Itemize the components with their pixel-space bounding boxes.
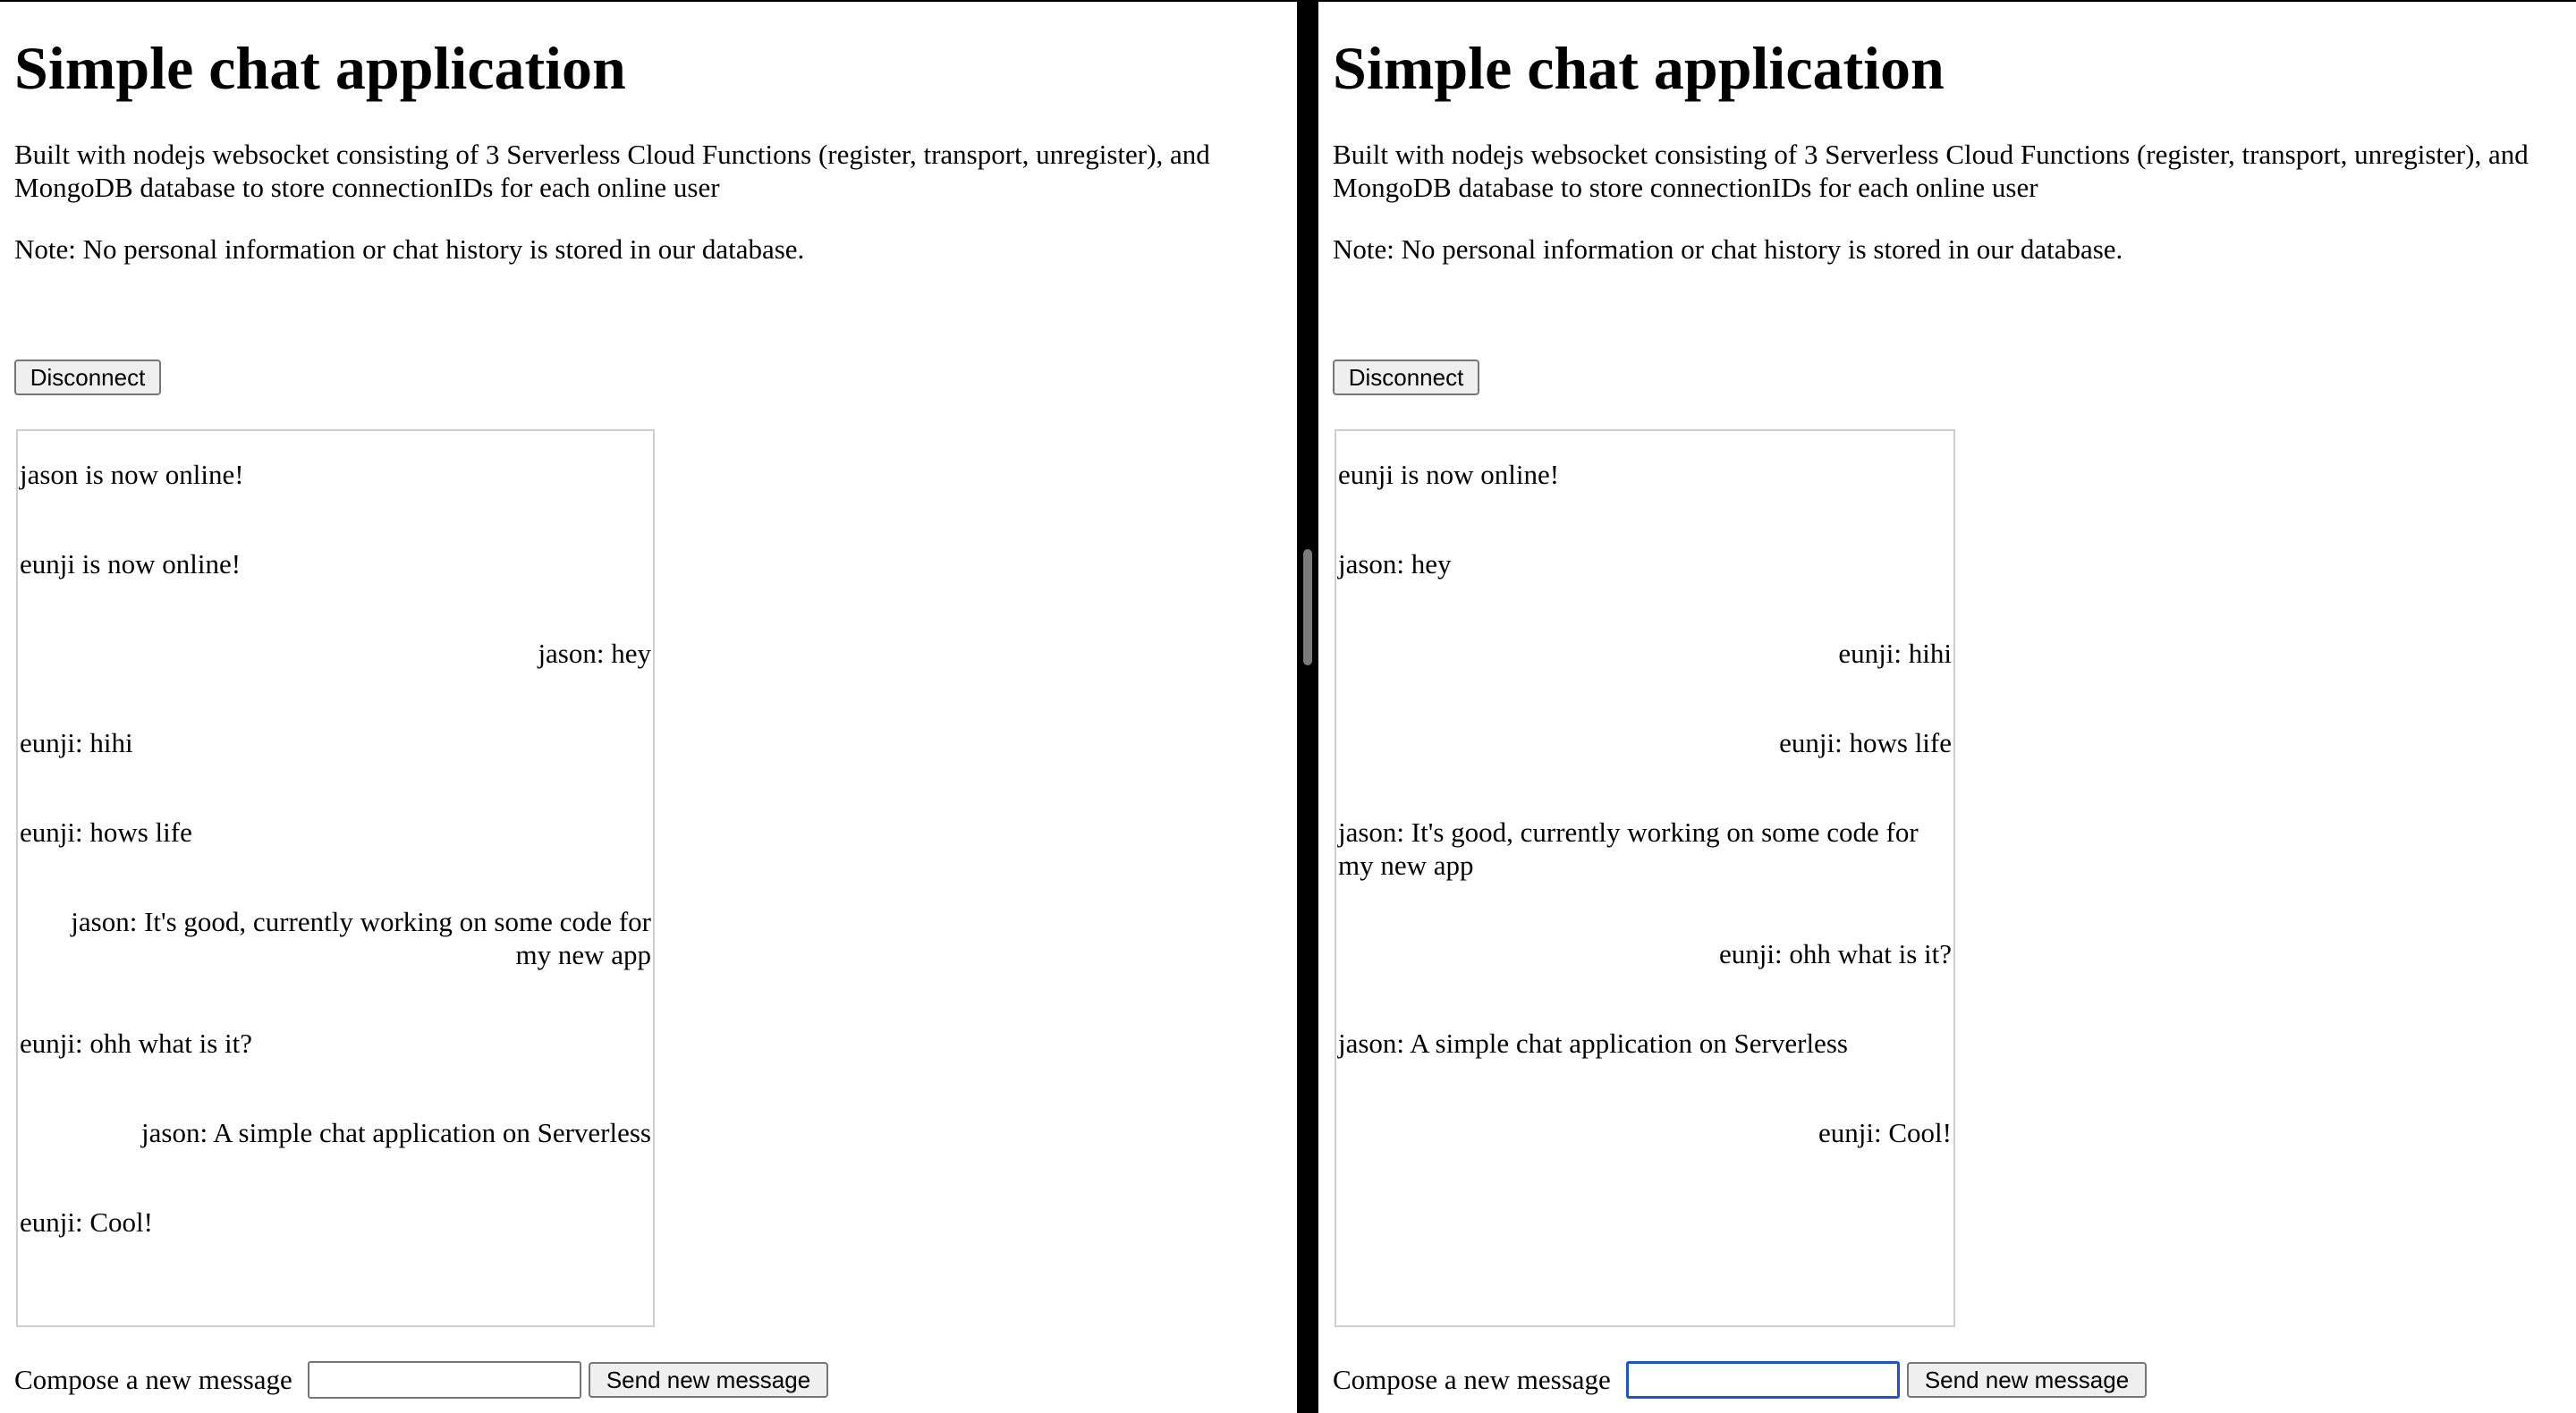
compose-label: Compose a new message [14, 1364, 292, 1395]
page-title: Simple chat application [1333, 34, 1945, 102]
pane-divider[interactable] [1297, 0, 1318, 1413]
chat-message: jason is now online! [20, 459, 244, 490]
chat-window-left: Simple chat application Built with nodej… [0, 2, 1297, 1413]
send-message-button[interactable]: Send new message [589, 1362, 828, 1398]
chat-message: eunji is now online! [20, 548, 242, 580]
chat-message: jason: A simple chat application on Serv… [141, 1117, 651, 1148]
chat-message: jason: It's good, currently working on s… [1338, 816, 1919, 881]
page-title: Simple chat application [14, 34, 626, 102]
disconnect-button[interactable]: Disconnect [14, 360, 161, 395]
disconnect-button[interactable]: Disconnect [1333, 360, 1479, 395]
chat-message: eunji: hihi [1838, 638, 1952, 669]
chat-message: eunji: hows life [20, 816, 192, 848]
chat-message: jason: hey [538, 638, 651, 669]
page-description: Built with nodejs websocket consisting o… [1333, 139, 2529, 203]
message-input[interactable] [1626, 1361, 1900, 1399]
chat-message: eunji is now online! [1338, 459, 1560, 490]
chat-message: jason: hey [1338, 548, 1452, 580]
chat-message: eunji: ohh what is it? [20, 1028, 253, 1059]
privacy-note: Note: No personal information or chat hi… [14, 233, 805, 265]
privacy-note: Note: No personal information or chat hi… [1333, 233, 2123, 265]
chat-message: eunji: hows life [1779, 727, 1952, 758]
chat-message: eunji: hihi [20, 727, 133, 758]
chat-window-right: Simple chat application Built with nodej… [1318, 2, 2576, 1413]
send-message-button[interactable]: Send new message [1907, 1362, 2147, 1398]
resize-handle[interactable] [1303, 549, 1312, 665]
chat-log[interactable]: jason is now online! eunji is now online… [16, 429, 655, 1327]
chat-message: jason: A simple chat application on Serv… [1338, 1028, 1848, 1059]
chat-log[interactable]: eunji is now online! jason: hey eunji: h… [1335, 429, 1955, 1327]
chat-message: eunji: Cool! [1818, 1117, 1952, 1148]
message-input[interactable] [308, 1361, 581, 1399]
chat-message: jason: It's good, currently working on s… [71, 906, 651, 970]
chat-message: eunji: ohh what is it? [1718, 938, 1952, 969]
compose-label: Compose a new message [1333, 1364, 1611, 1395]
chat-message: eunji: Cool! [20, 1206, 153, 1238]
page-description: Built with nodejs websocket consisting o… [14, 139, 1210, 203]
